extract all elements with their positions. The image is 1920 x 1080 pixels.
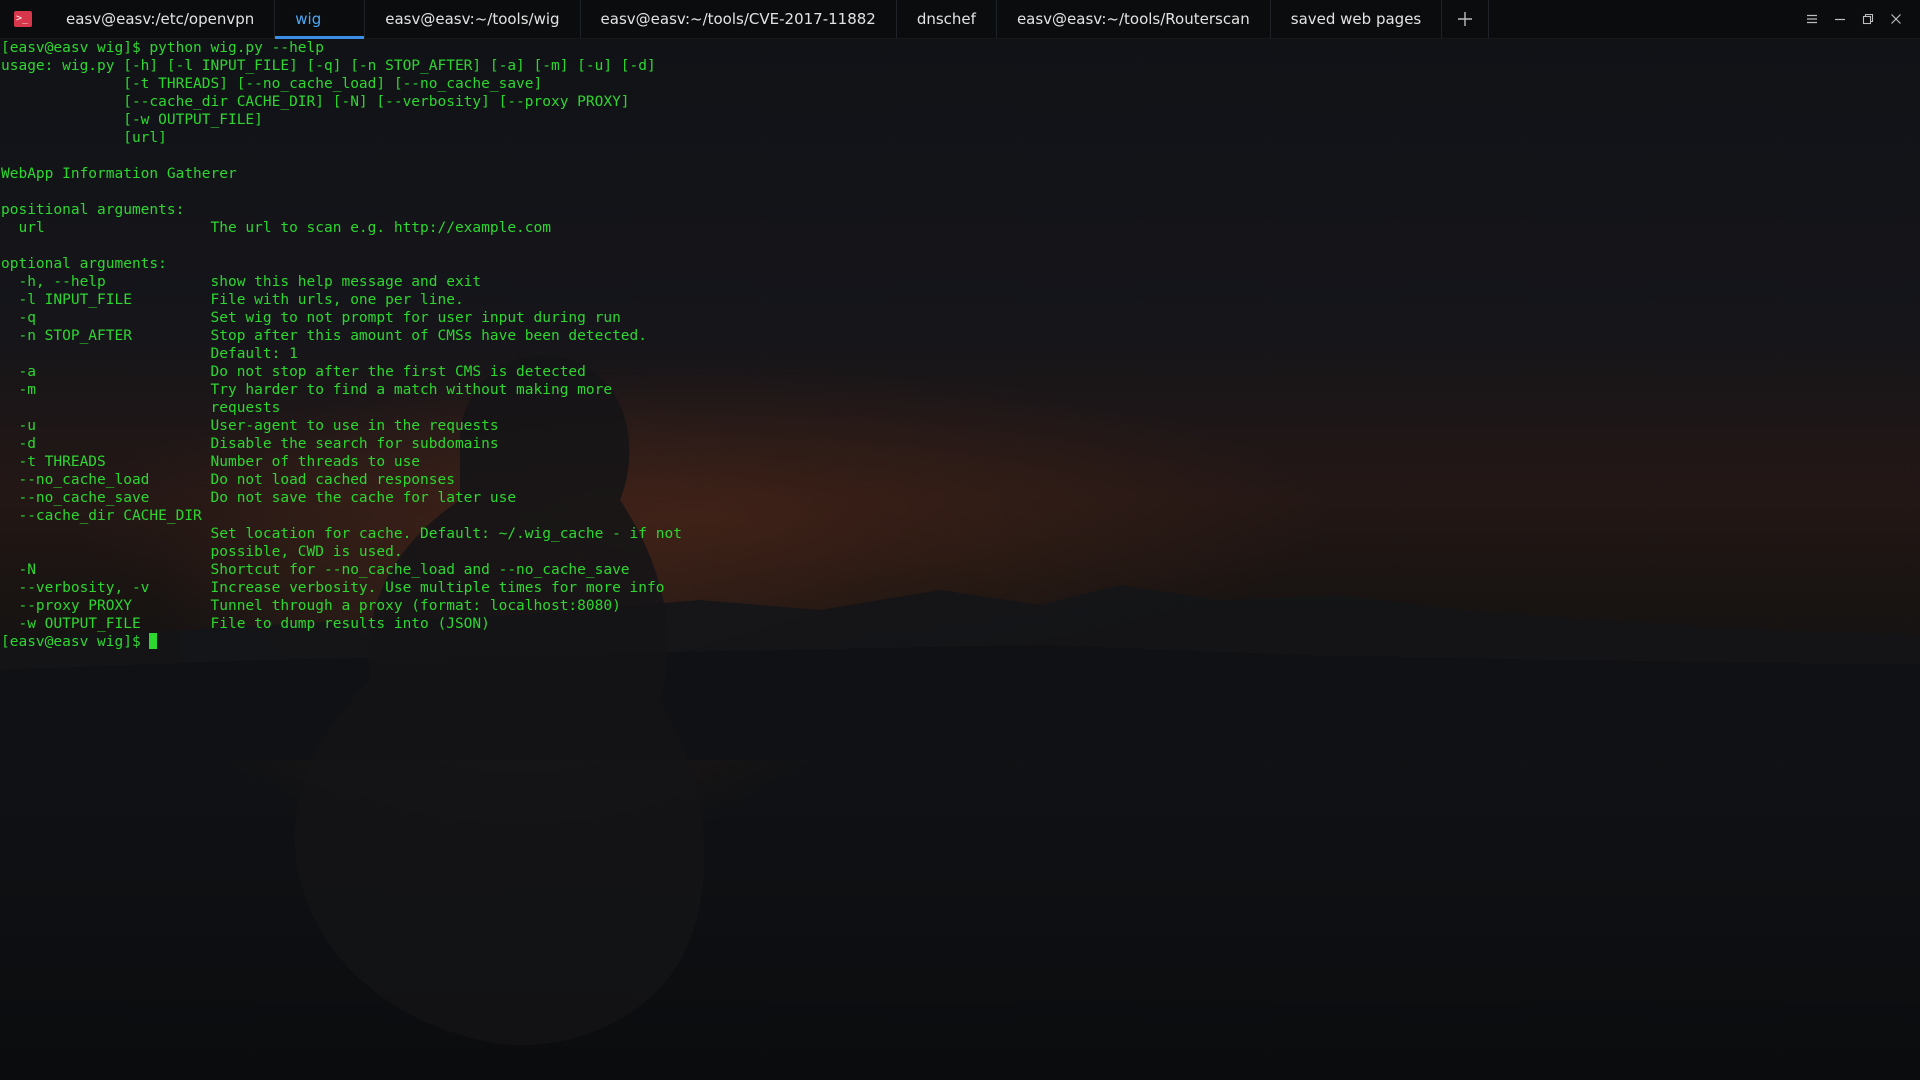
terminal-line: --verbosity, -v Increase verbosity. Use … [1, 580, 665, 596]
terminal-line: optional arguments: [1, 256, 167, 272]
terminal-line: [easv@easv wig]$ python wig.py --help [1, 40, 325, 56]
terminal-output[interactable]: [easv@easv wig]$ python wig.py --help us… [0, 39, 1920, 1080]
terminal-line: -t THREADS Number of threads to use [1, 454, 421, 470]
terminal-prompt-line[interactable]: [easv@easv wig]$ [1, 633, 1920, 651]
new-tab-button[interactable] [1442, 0, 1490, 38]
tab-label: dnschef [916, 10, 976, 28]
terminal-line: Set location for cache. Default: ~/.wig_… [1, 526, 682, 542]
tab-tools-cve-2017-11882[interactable]: easv@easv:~/tools/CVE-2017-11882 [581, 0, 897, 38]
terminal-line: --no_cache_save Do not save the cache fo… [1, 490, 517, 506]
tab-dnschef[interactable]: dnschef [897, 0, 997, 38]
terminal-line: positional arguments: [1, 202, 185, 218]
terminal-line: -N Shortcut for --no_cache_load and --no… [1, 562, 630, 578]
menu-button[interactable] [1800, 7, 1824, 31]
terminal-line: WebApp Information Gatherer [1, 166, 237, 182]
terminal-line: -d Disable the search for subdomains [1, 436, 499, 452]
terminal-line: usage: wig.py [-h] [-l INPUT_FILE] [-q] … [1, 58, 656, 74]
minimize-button[interactable] [1828, 7, 1852, 31]
terminal-line: -n STOP_AFTER Stop after this amount of … [1, 328, 648, 344]
tab-label: easv@easv:~/tools/Routerscan [1016, 10, 1250, 28]
tab-bar: >_ easv@easv:/etc/openvpn wig easv@easv:… [0, 0, 1920, 39]
restore-button[interactable] [1856, 7, 1880, 31]
terminal-line: -h, --help show this help message and ex… [1, 274, 482, 290]
restore-icon [1862, 13, 1874, 25]
tab-tools-routerscan[interactable]: easv@easv:~/tools/Routerscan [997, 0, 1271, 38]
terminal-line: --proxy PROXY Tunnel through a proxy (fo… [1, 598, 621, 614]
terminal-line: -q Set wig to not prompt for user input … [1, 310, 621, 326]
terminal-line: [url] [1, 130, 167, 146]
shell-prompt: [easv@easv wig]$ [1, 634, 150, 650]
tab-label: easv@easv:~/tools/wig [385, 10, 560, 28]
tab-wig[interactable]: wig [275, 0, 366, 39]
terminal-app-icon[interactable]: >_ [0, 0, 46, 38]
terminal-window: >_ easv@easv:/etc/openvpn wig easv@easv:… [0, 0, 1920, 1080]
text-cursor [149, 633, 158, 649]
close-icon [1891, 14, 1901, 24]
minimize-icon [1835, 18, 1845, 21]
tab-label: easv@easv:/etc/openvpn [66, 10, 255, 28]
terminal-line: -m Try harder to find a match without ma… [1, 382, 613, 398]
terminal-line: --no_cache_load Do not load cached respo… [1, 472, 455, 488]
terminal-line: url The url to scan e.g. http://example.… [1, 220, 551, 236]
terminal-line: [-t THREADS] [--no_cache_load] [--no_cac… [1, 76, 543, 92]
terminal-line: requests [1, 400, 281, 416]
terminal-line: possible, CWD is used. [1, 544, 403, 560]
terminal-line: [--cache_dir CACHE_DIR] [-N] [--verbosit… [1, 94, 630, 110]
tab-label: easv@easv:~/tools/CVE-2017-11882 [600, 10, 876, 28]
tab-tools-wig[interactable]: easv@easv:~/tools/wig [365, 0, 581, 38]
hamburger-menu-icon [1807, 14, 1817, 24]
tab-saved-web-pages[interactable]: saved web pages [1271, 0, 1443, 38]
terminal-line: -l INPUT_FILE File with urls, one per li… [1, 292, 464, 308]
terminal-line: Default: 1 [1, 346, 298, 362]
terminal-glyph: >_ [14, 11, 32, 27]
close-button[interactable] [1884, 7, 1908, 31]
terminal-line: -a Do not stop after the first CMS is de… [1, 364, 586, 380]
plus-icon [1458, 12, 1473, 26]
tab-label: wig [295, 10, 322, 28]
terminal-line: -w OUTPUT_FILE File to dump results into… [1, 616, 490, 632]
tab-label: saved web pages [1290, 10, 1422, 28]
tab-etc-openvpn[interactable]: easv@easv:/etc/openvpn [46, 0, 276, 38]
terminal-line: --cache_dir CACHE_DIR [1, 508, 202, 524]
terminal-line: [-w OUTPUT_FILE] [1, 112, 263, 128]
window-controls [1800, 0, 1920, 38]
terminal-line: -u User-agent to use in the requests [1, 418, 499, 434]
